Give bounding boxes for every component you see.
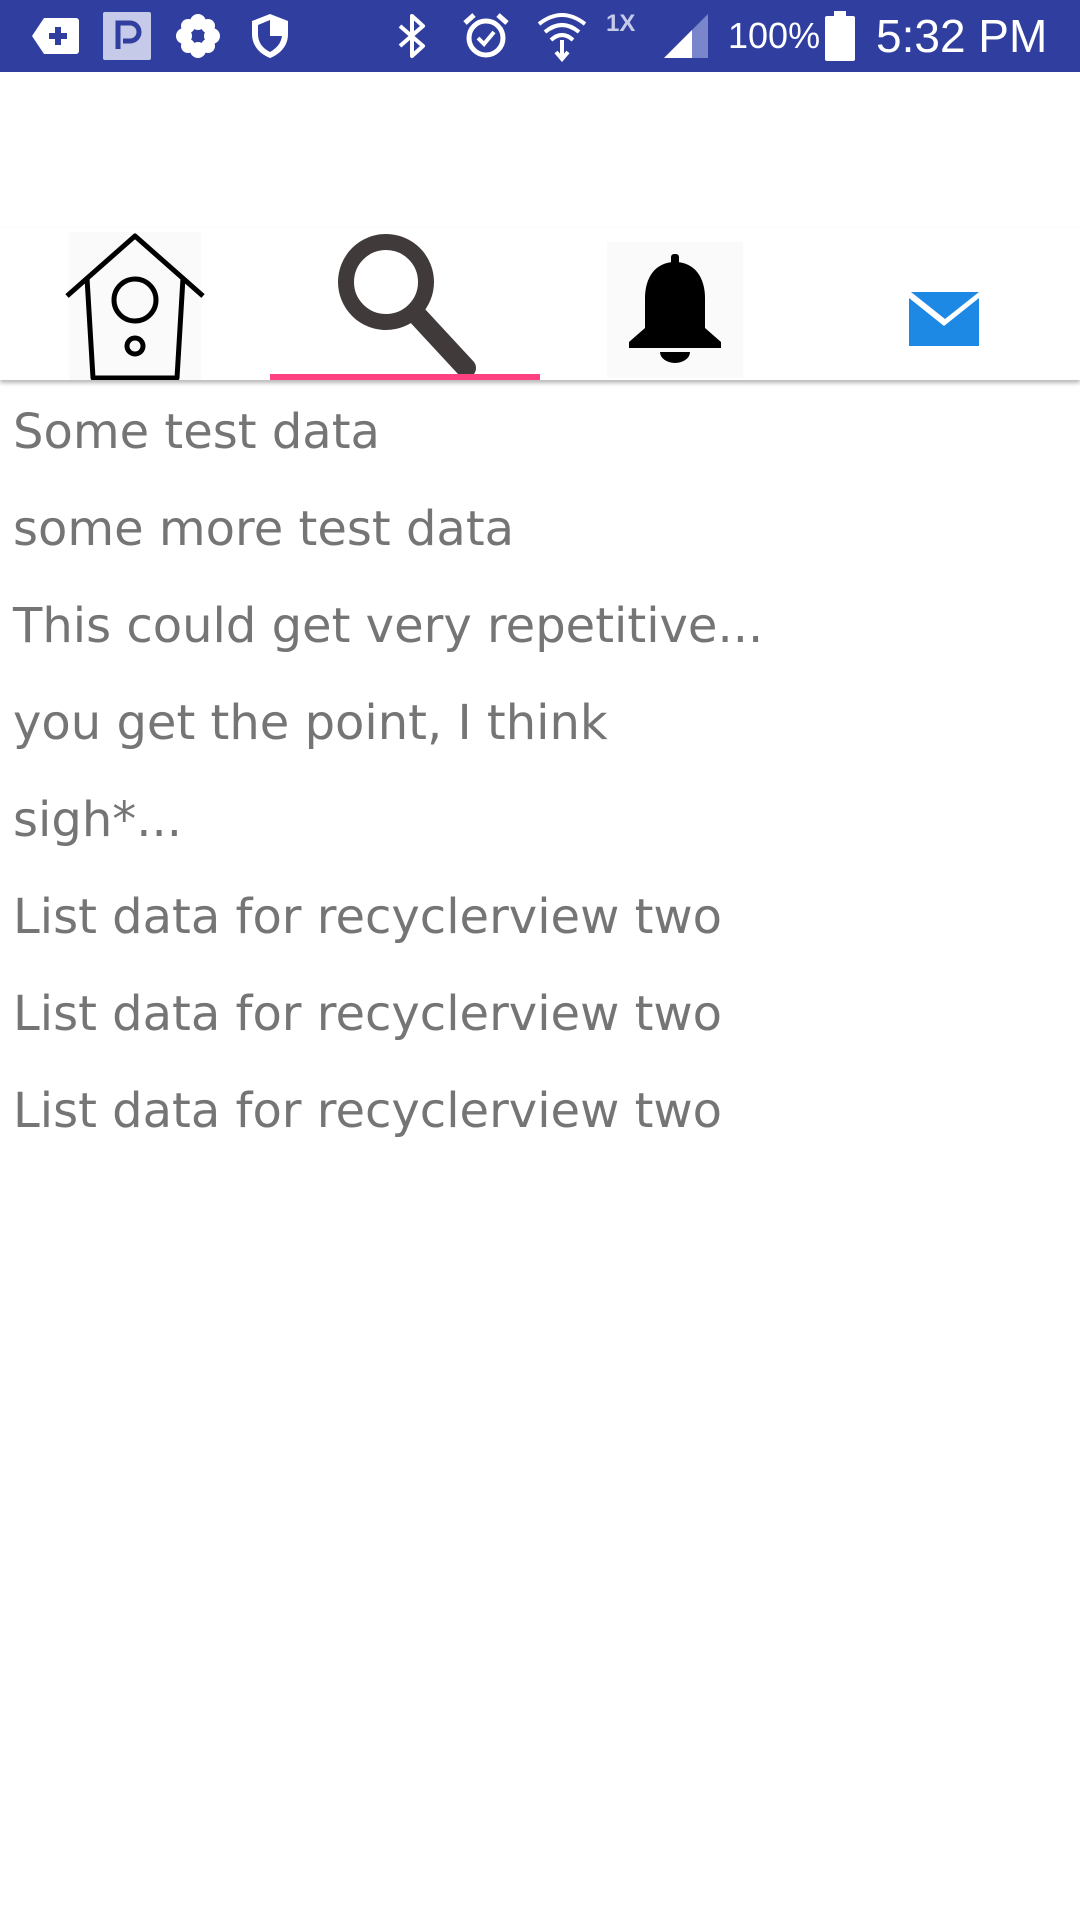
list-item: you get the point, I think (13, 695, 608, 751)
list-item: This could get very repetitive... (13, 598, 764, 654)
mail-icon (909, 290, 981, 348)
wifi-icon (534, 0, 590, 72)
selected-tab-indicator (270, 374, 540, 380)
birdhouse-icon (61, 232, 209, 380)
tab-notifications[interactable] (540, 228, 810, 380)
battery-percent: 100% (728, 15, 821, 56)
list-item: some more test data (13, 501, 515, 557)
shield-icon (246, 0, 294, 72)
recycler-list[interactable]: Some test data some more test data This … (0, 384, 1080, 1160)
tab-bar (0, 228, 1080, 380)
battery-icon (824, 0, 856, 72)
alarm-icon (460, 0, 512, 72)
list-item: List data for recyclerview two (13, 986, 723, 1042)
tab-search[interactable] (270, 228, 540, 380)
add-tab-icon (28, 0, 82, 72)
status-clock: 5:32 PM (876, 10, 1048, 62)
search-icon (330, 232, 480, 380)
flower-icon (172, 0, 224, 72)
parking-icon (100, 0, 154, 72)
list-item: List data for recyclerview two (13, 1083, 723, 1139)
bluetooth-icon (392, 0, 432, 72)
list-item: Some test data (13, 404, 380, 460)
tab-messages[interactable] (810, 228, 1080, 380)
network-type-label: 1X (606, 10, 636, 37)
signal-icon (660, 0, 712, 72)
list-item: List data for recyclerview two (13, 889, 723, 945)
status-bar: 1X 100% 5:32 PM (0, 0, 1080, 72)
list-item: sigh*... (13, 792, 183, 848)
bell-icon (605, 240, 745, 380)
tab-home[interactable] (0, 228, 270, 380)
